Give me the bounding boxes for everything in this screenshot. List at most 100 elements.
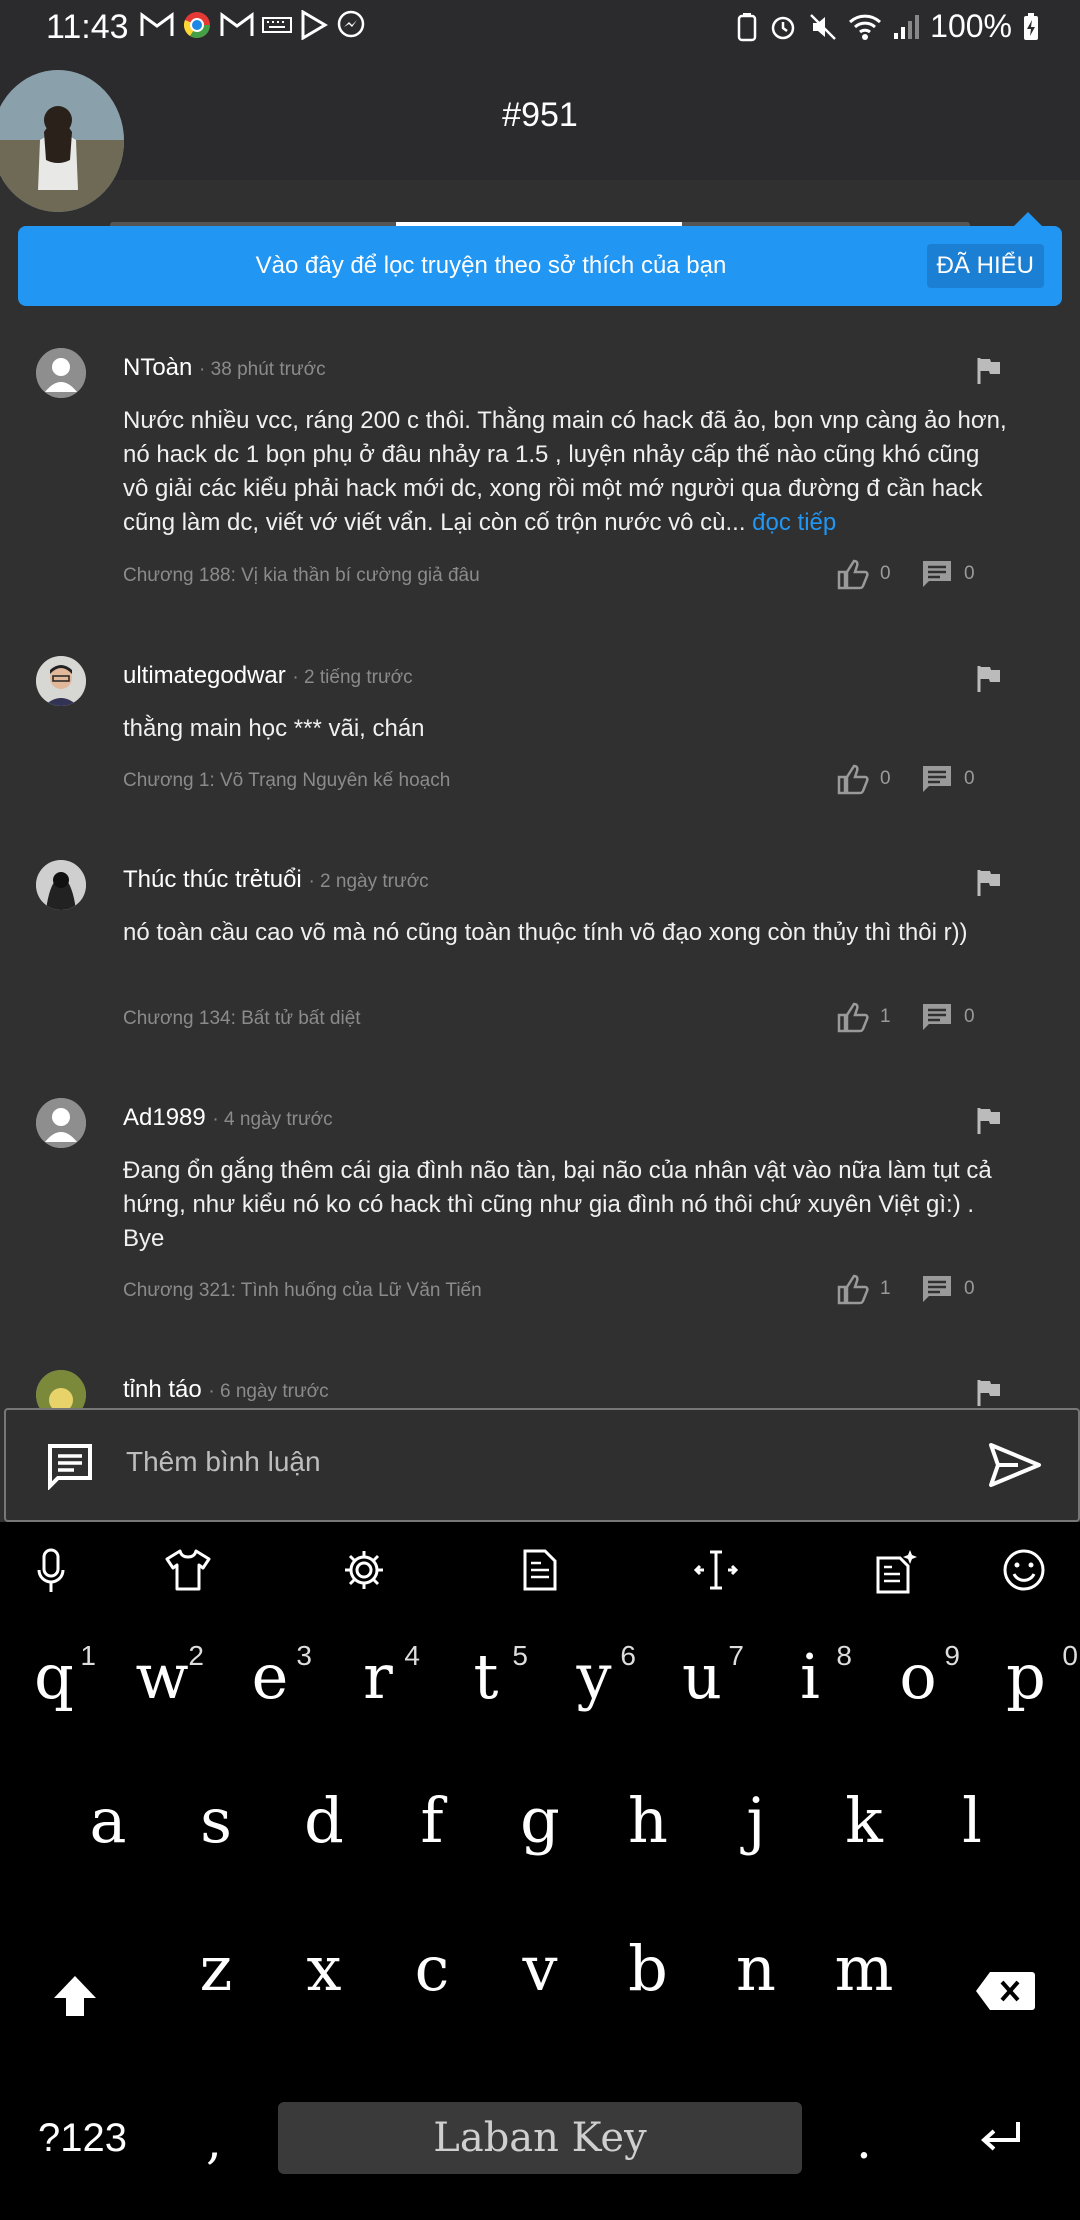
key-label: n	[736, 1932, 776, 2005]
comment-list[interactable]: NToàn · 38 phút trước Nước nhiều vcc, rá…	[0, 328, 1080, 1408]
cursor-move-icon[interactable]	[692, 1548, 740, 1592]
enter-icon[interactable]	[980, 2120, 1022, 2154]
key-x[interactable]: x	[280, 1932, 368, 2005]
key-e[interactable]: 3e	[226, 1640, 314, 1713]
smart-clipboard-icon[interactable]	[872, 1548, 918, 1596]
tooltip-dismiss-button[interactable]: ĐÃ HIỂU	[926, 244, 1044, 288]
microphone-icon[interactable]	[36, 1548, 66, 1594]
comment-author[interactable]: Thúc thúc trẻtuổi · 2 ngày trước	[123, 866, 429, 894]
like-icon[interactable]	[836, 763, 870, 795]
key-f[interactable]: f	[388, 1784, 476, 1857]
comment-input[interactable]: Thêm bình luận	[126, 1446, 321, 1478]
like-icon[interactable]	[836, 558, 870, 590]
key-label: o	[899, 1640, 937, 1713]
comment-chapter[interactable]: Chương 134: Bất tử bất diệt	[123, 1008, 361, 1030]
user-avatar[interactable]	[36, 656, 86, 706]
author-name[interactable]: ultimategodwar	[123, 662, 286, 689]
report-flag-icon[interactable]	[976, 1106, 1002, 1134]
key-hint: 6	[620, 1640, 636, 1671]
story-cover-avatar[interactable]	[0, 70, 124, 212]
shift-icon[interactable]	[52, 1974, 98, 2018]
like-icon[interactable]	[836, 1273, 870, 1305]
report-flag-icon[interactable]	[976, 664, 1002, 692]
tooltip-arrow	[1014, 212, 1042, 226]
key-d[interactable]: d	[280, 1784, 368, 1857]
key-n[interactable]: n	[712, 1932, 800, 2005]
author-name[interactable]: tỉnh táo	[123, 1376, 202, 1403]
key-j[interactable]: j	[712, 1784, 800, 1857]
key-c[interactable]: c	[388, 1932, 476, 2005]
key-label: d	[304, 1784, 344, 1857]
key-i[interactable]: 8i	[766, 1640, 854, 1713]
key-l[interactable]: l	[928, 1784, 1016, 1857]
key-w[interactable]: 2w	[118, 1640, 206, 1713]
key-s[interactable]: s	[172, 1784, 260, 1857]
reply-icon[interactable]	[920, 558, 954, 590]
comment-author[interactable]: NToàn · 38 phút trước	[123, 354, 326, 382]
comment-author[interactable]: tỉnh táo · 6 ngày trước	[123, 1376, 329, 1404]
report-flag-icon[interactable]	[976, 868, 1002, 896]
key-r[interactable]: 4r	[334, 1640, 422, 1713]
comma-key[interactable]: ,	[206, 2112, 222, 2170]
user-avatar[interactable]	[36, 860, 86, 910]
author-name[interactable]: Ad1989	[123, 1104, 206, 1131]
reply-icon[interactable]	[920, 1273, 954, 1305]
key-hint: 9	[944, 1640, 960, 1671]
theme-shirt-icon[interactable]	[164, 1548, 212, 1592]
comment-input-bar[interactable]: Thêm bình luận	[4, 1408, 1080, 1522]
reply-icon[interactable]	[920, 1001, 954, 1033]
key-a[interactable]: a	[64, 1784, 152, 1857]
key-label: l	[962, 1784, 982, 1857]
symbols-key[interactable]: ?123	[38, 2116, 127, 2161]
key-g[interactable]: g	[496, 1784, 584, 1857]
key-t[interactable]: 5t	[442, 1640, 530, 1713]
author-name[interactable]: Thúc thúc trẻtuổi	[123, 866, 302, 893]
spacebar[interactable]: Laban Key	[278, 2102, 802, 2174]
user-avatar[interactable]	[36, 1098, 86, 1148]
key-hint: 4	[404, 1640, 420, 1671]
default-user-icon	[36, 1098, 86, 1148]
key-v[interactable]: v	[496, 1932, 584, 2005]
author-name[interactable]: NToàn	[123, 354, 192, 381]
comment-time: · 6 ngày trước	[208, 1381, 329, 1402]
reply-icon[interactable]	[920, 763, 954, 795]
clipboard-document-icon[interactable]	[522, 1548, 558, 1592]
key-label: w	[135, 1640, 189, 1713]
key-h[interactable]: h	[604, 1784, 692, 1857]
comment-chapter[interactable]: Chương 321: Tình huống của Lữ Văn Tiến	[123, 1280, 482, 1302]
key-q[interactable]: 1q	[10, 1640, 98, 1713]
key-y[interactable]: 6y	[550, 1640, 638, 1713]
comment-icon	[48, 1444, 92, 1490]
send-icon[interactable]	[988, 1442, 1042, 1488]
comment-chapter[interactable]: Chương 188: Vị kia thần bí cường giả đâu	[123, 565, 480, 587]
key-hint: 3	[296, 1640, 312, 1671]
backspace-icon[interactable]	[974, 1970, 1036, 2012]
emoji-icon[interactable]	[1002, 1548, 1046, 1592]
user-avatar[interactable]	[36, 348, 86, 398]
key-k[interactable]: k	[820, 1784, 908, 1857]
comment-author[interactable]: Ad1989 · 4 ngày trước	[123, 1104, 333, 1132]
settings-gear-icon[interactable]	[342, 1548, 386, 1592]
key-u[interactable]: 7u	[658, 1640, 746, 1713]
reply-count: 0	[964, 1006, 975, 1027]
key-m[interactable]: m	[820, 1932, 908, 2005]
user-avatar[interactable]	[36, 1370, 86, 1408]
comment-author[interactable]: ultimategodwar · 2 tiếng trước	[123, 662, 413, 690]
key-z[interactable]: z	[172, 1932, 260, 2005]
read-more-link[interactable]: đọc tiếp	[752, 509, 836, 536]
key-label: g	[520, 1784, 560, 1857]
comment-body: Nước nhiều vcc, ráng 200 c thôi. Thằng m…	[123, 407, 1007, 536]
key-label: v	[522, 1932, 558, 2005]
key-label: u	[682, 1640, 722, 1713]
report-flag-icon[interactable]	[976, 356, 1002, 384]
comment-time: · 2 ngày trước	[308, 871, 429, 892]
comment-body: nó toàn cầu cao võ mà nó cũng toàn thuộc…	[123, 919, 968, 946]
comment-chapter[interactable]: Chương 1: Võ Trạng Nguyên kế hoạch	[123, 770, 450, 792]
report-flag-icon[interactable]	[976, 1378, 1002, 1406]
key-b[interactable]: b	[604, 1932, 692, 2005]
period-key[interactable]: .	[856, 2112, 872, 2170]
key-o[interactable]: 9o	[874, 1640, 962, 1713]
key-p[interactable]: 0p	[982, 1640, 1078, 1713]
like-icon[interactable]	[836, 1001, 870, 1033]
key-label: q	[34, 1640, 74, 1713]
